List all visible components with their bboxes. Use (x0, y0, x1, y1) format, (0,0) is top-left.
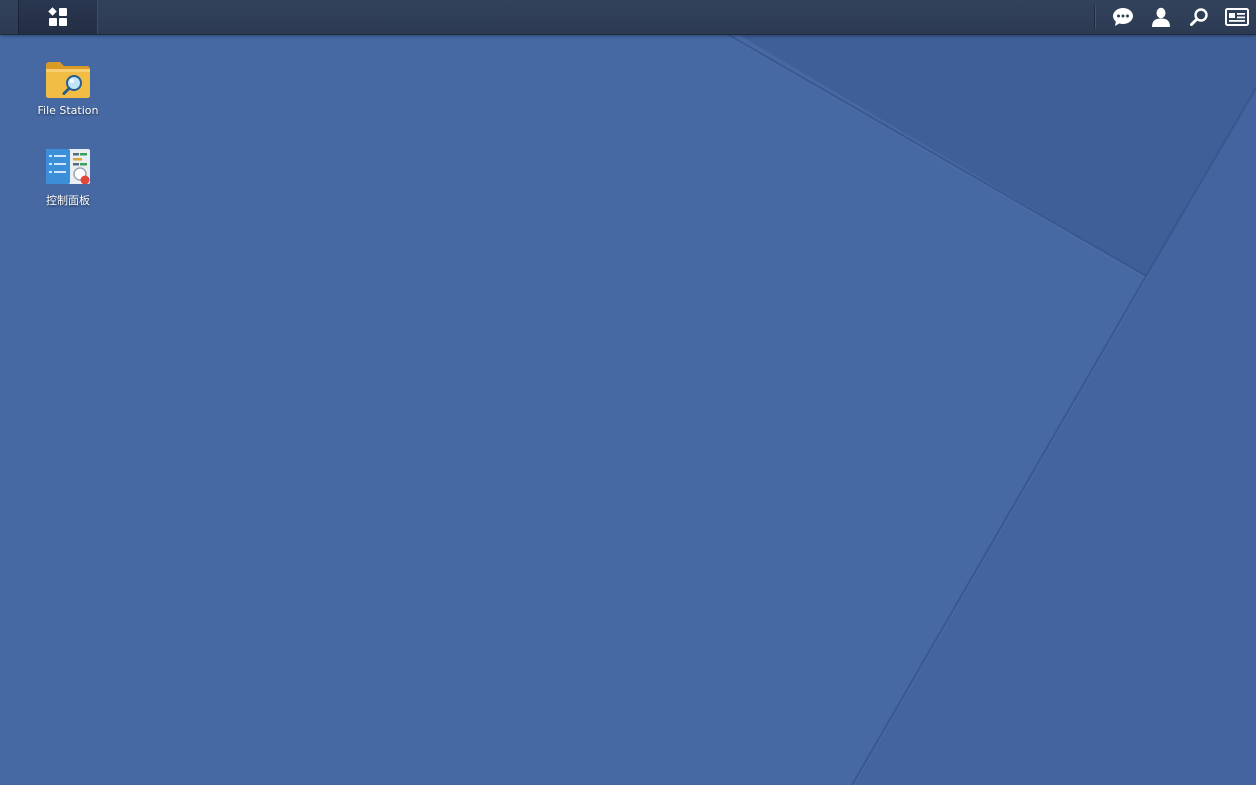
main-menu-grid-icon (48, 7, 67, 26)
main-menu-button[interactable] (18, 0, 98, 34)
shortcut-label: File Station (37, 104, 99, 117)
shortcut-label: 控制面板 (46, 194, 90, 207)
desktop-shortcut-file-station[interactable]: File Station (18, 55, 118, 117)
user-button[interactable] (1142, 0, 1180, 34)
user-icon (1152, 7, 1170, 27)
widgets-panel-icon (1225, 8, 1249, 26)
chat-bubble-icon (1113, 8, 1133, 26)
desktop-shortcut-control-panel[interactable]: 控制面板 (18, 143, 118, 208)
wallpaper (0, 0, 1256, 785)
search-icon (1190, 8, 1208, 26)
system-tray (1094, 0, 1256, 34)
search-button[interactable] (1180, 0, 1218, 34)
widgets-button[interactable] (1218, 0, 1256, 34)
folder-search-icon (44, 55, 92, 103)
control-panel-icon (44, 143, 92, 191)
desktop[interactable]: File Station 控制面板 (0, 0, 1256, 785)
tray-divider (1094, 6, 1096, 28)
taskbar (0, 0, 1256, 35)
notifications-button[interactable] (1104, 0, 1142, 34)
